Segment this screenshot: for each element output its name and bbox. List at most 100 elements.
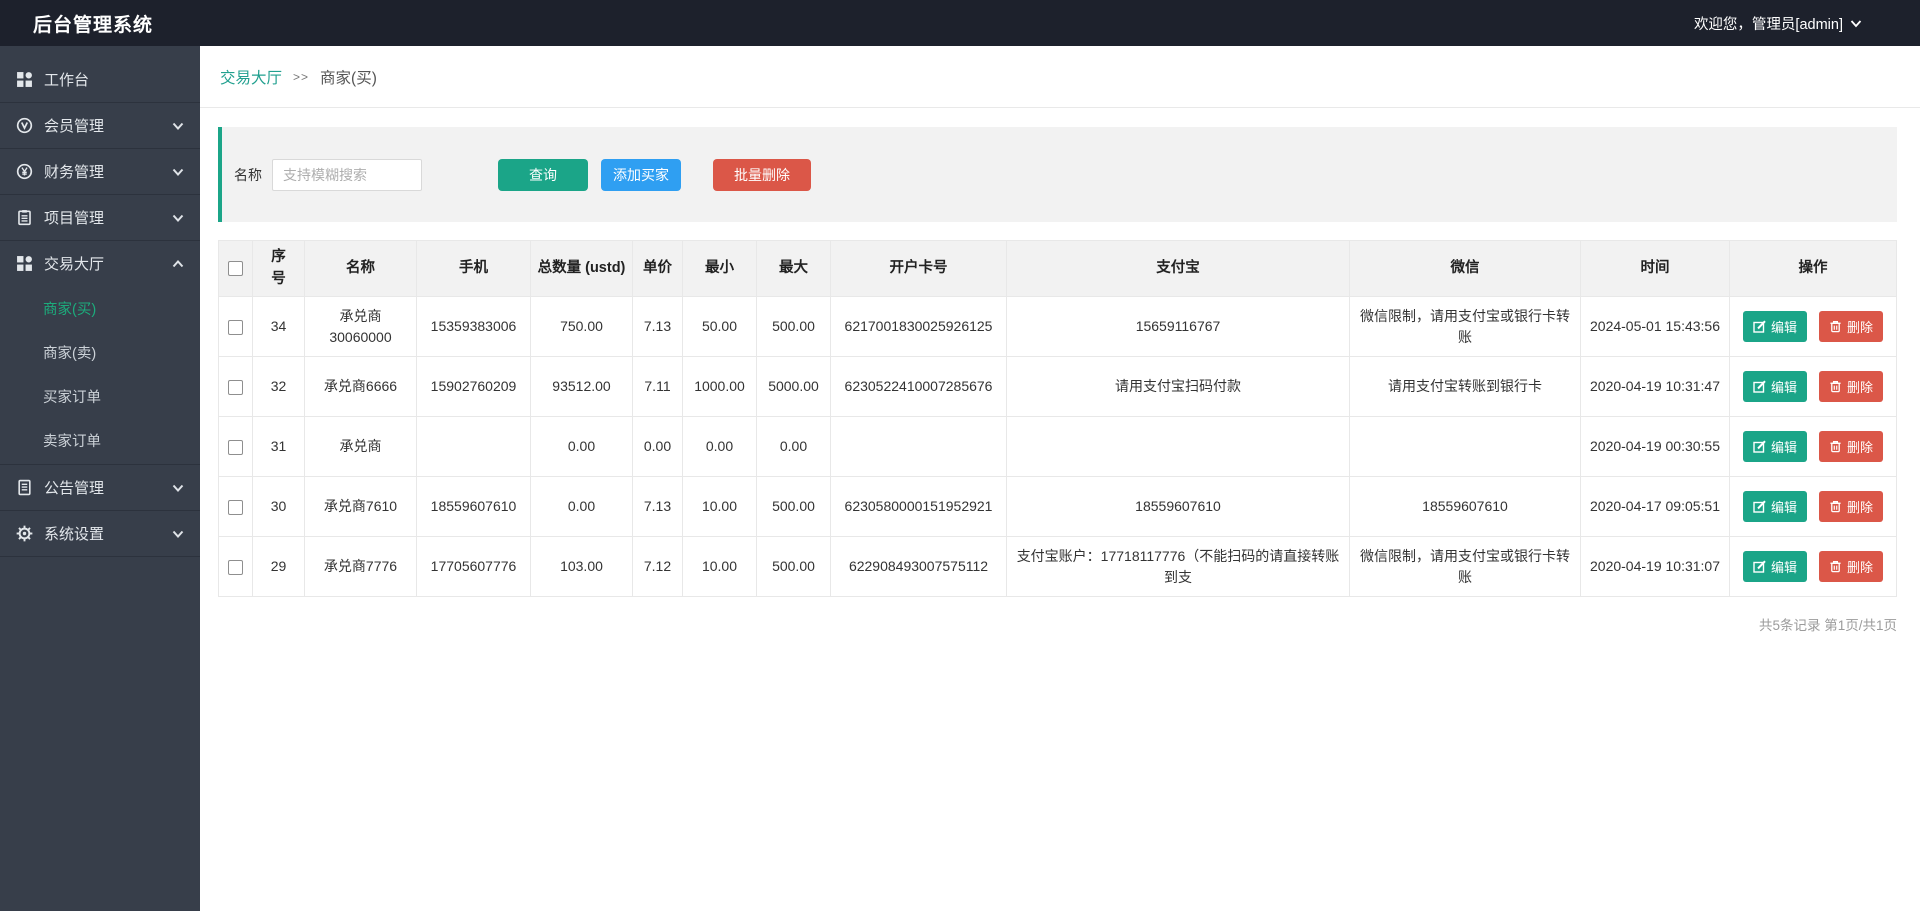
cell-time: 2024-05-01 15:43:56 [1581,297,1730,357]
table-row: 30 承兑商7610 18559607610 0.00 7.13 10.00 5… [219,477,1897,537]
cell-name: 承兑商6666 [305,357,417,417]
delete-button[interactable]: 删除 [1819,551,1883,582]
sidebar-item-announcements[interactable]: 公告管理 [0,465,200,510]
cell-actions: 编辑 删除 [1730,417,1897,477]
row-select-cell [219,537,253,597]
batch-delete-button[interactable]: 批量删除 [713,159,811,191]
cell-price: 7.13 [633,297,683,357]
row-checkbox[interactable] [228,500,243,515]
select-all-checkbox[interactable] [228,261,243,276]
cell-name: 承兑商 [305,417,417,477]
row-checkbox[interactable] [228,380,243,395]
row-select-cell [219,477,253,537]
sidebar-item-trade-hall[interactable]: 交易大厅 [0,241,200,286]
sidebar-item-workbench[interactable]: 工作台 [0,57,200,102]
sidebar-item-finance[interactable]: 财务管理 [0,149,200,194]
edit-icon [1753,500,1766,513]
cell-card: 6230580000151952921 [831,477,1007,537]
cell-total: 0.00 [531,417,633,477]
chevron-down-icon [172,213,184,223]
sidebar-item-buyer-orders[interactable]: 买家订单 [0,374,200,418]
sidebar-item-members[interactable]: 会员管理 [0,103,200,148]
cell-max: 5000.00 [757,357,831,417]
cell-seq: 32 [253,357,305,417]
project-icon [16,209,33,226]
app-window: 后台管理系统 欢迎您，管理员[admin] [0,0,1920,911]
cell-max: 500.00 [757,537,831,597]
cell-alipay: 请用支付宝扫码付款 [1007,357,1350,417]
sidebar-item-system-settings[interactable]: 系统设置 [0,511,200,556]
row-checkbox[interactable] [228,320,243,335]
cell-time: 2020-04-19 10:31:47 [1581,357,1730,417]
edit-button[interactable]: 编辑 [1743,491,1807,522]
cell-phone: 17705607776 [417,537,531,597]
col-wechat: 微信 [1350,241,1581,297]
delete-button-label: 删除 [1847,497,1873,516]
cell-actions: 编辑 删除 [1730,357,1897,417]
edit-button-label: 编辑 [1771,437,1797,456]
name-field-label: 名称 [234,165,262,185]
cell-alipay: 支付宝账户：17718117776（不能扫码的请直接转账到支 [1007,537,1350,597]
sidebar-item-label: 财务管理 [44,161,104,182]
cell-min: 0.00 [683,417,757,477]
delete-button[interactable]: 删除 [1819,431,1883,462]
col-alipay: 支付宝 [1007,241,1350,297]
cell-card: 622908493007575112 [831,537,1007,597]
cell-min: 10.00 [683,537,757,597]
cell-min: 1000.00 [683,357,757,417]
edit-icon [1753,380,1766,393]
delete-button[interactable]: 删除 [1819,371,1883,402]
cell-min: 10.00 [683,477,757,537]
row-select-cell [219,297,253,357]
col-max: 最大 [757,241,831,297]
sidebar-item-seller-orders[interactable]: 卖家订单 [0,418,200,462]
row-checkbox[interactable] [228,560,243,575]
cell-phone: 18559607610 [417,477,531,537]
cell-wechat [1350,417,1581,477]
chevron-down-icon [1850,19,1862,28]
cell-time: 2020-04-17 09:05:51 [1581,477,1730,537]
sidebar-item-label: 公告管理 [44,477,104,498]
sidebar-item-merchant-buy[interactable]: 商家(买) [0,286,200,330]
chevron-down-icon [172,167,184,177]
col-min: 最小 [683,241,757,297]
cell-time: 2020-04-19 10:31:07 [1581,537,1730,597]
edit-button[interactable]: 编辑 [1743,551,1807,582]
cell-price: 0.00 [633,417,683,477]
breadcrumb-parent-link[interactable]: 交易大厅 [220,66,282,88]
trash-icon [1829,320,1842,333]
search-toolbar: 名称 查询 添加买家 批量删除 [218,127,1897,222]
user-menu[interactable]: 欢迎您，管理员[admin] [1694,13,1862,34]
cell-seq: 29 [253,537,305,597]
breadcrumb-current: 商家(买) [320,66,377,88]
cell-phone [417,417,531,477]
cell-price: 7.11 [633,357,683,417]
cell-total: 750.00 [531,297,633,357]
cell-card: 6230522410007285676 [831,357,1007,417]
query-button[interactable]: 查询 [498,159,588,191]
sidebar-item-projects[interactable]: 项目管理 [0,195,200,240]
table-header-row: 序号 名称 手机 总数量 (ustd) 单价 最小 最大 开户卡号 支付宝 微信… [219,241,1897,297]
chevron-down-icon [172,121,184,131]
delete-button[interactable]: 删除 [1819,491,1883,522]
edit-button[interactable]: 编辑 [1743,311,1807,342]
cell-total: 93512.00 [531,357,633,417]
cell-seq: 31 [253,417,305,477]
row-checkbox[interactable] [228,440,243,455]
edit-button-label: 编辑 [1771,497,1797,516]
cell-card [831,417,1007,477]
edit-icon [1753,320,1766,333]
delete-button[interactable]: 删除 [1819,311,1883,342]
trash-icon [1829,380,1842,393]
cell-phone: 15359383006 [417,297,531,357]
search-input[interactable] [272,159,422,191]
add-buyer-button[interactable]: 添加买家 [601,159,681,191]
edit-button[interactable]: 编辑 [1743,371,1807,402]
edit-button[interactable]: 编辑 [1743,431,1807,462]
col-seq: 序号 [253,241,305,297]
cell-name: 承兑商30060000 [305,297,417,357]
sidebar-item-merchant-sell[interactable]: 商家(卖) [0,330,200,374]
cell-alipay [1007,417,1350,477]
cell-name: 承兑商7776 [305,537,417,597]
sidebar-item-label: 工作台 [44,69,89,90]
